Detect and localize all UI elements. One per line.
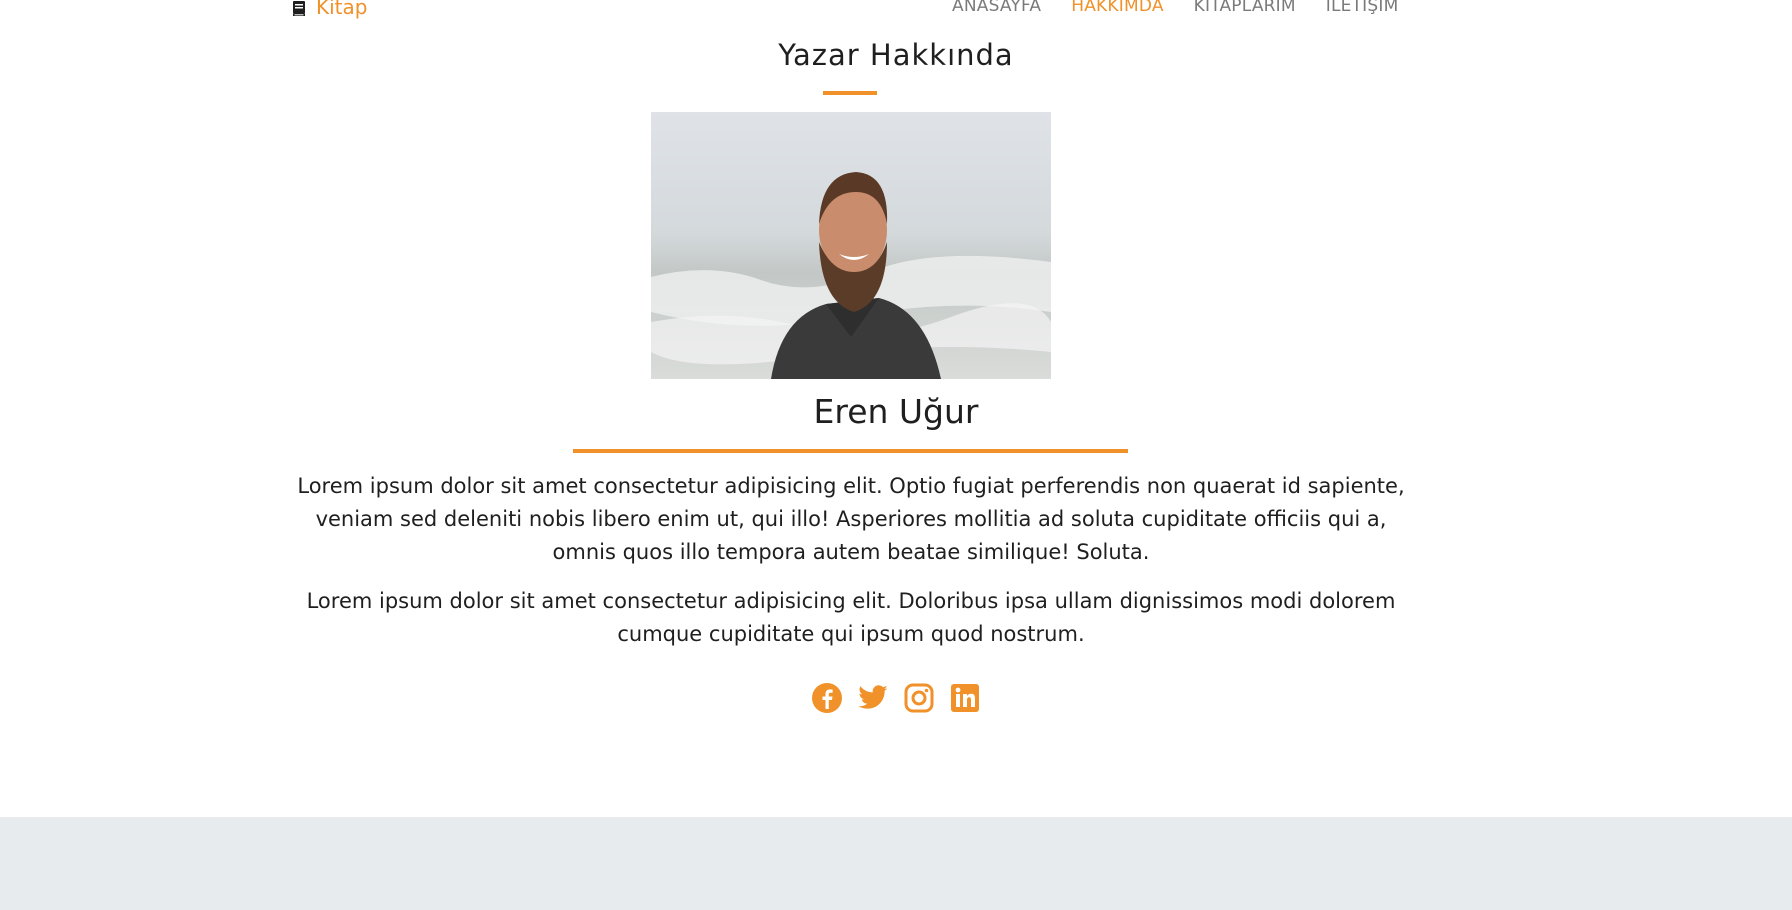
navbar: Kitap ANASAYFA HAKKIMDA KITAPLARIM İLETİ… [0,0,1792,36]
twitter-icon[interactable] [857,682,889,714]
book-icon [292,0,308,16]
footer [0,817,1792,910]
section-title: Yazar Hakkında [778,38,1014,72]
nav-item-kitaplarim[interactable]: KITAPLARIM [1194,0,1296,16]
facebook-icon[interactable] [811,682,843,714]
nav-menu: ANASAYFA HAKKIMDA KITAPLARIM İLETİŞİM [952,0,1398,16]
brand-logo[interactable]: Kitap [292,0,367,20]
bio-paragraph: Lorem ipsum dolor sit amet consectetur a… [297,474,1405,564]
nav-item-anasayfa[interactable]: ANASAYFA [952,0,1041,16]
author-name: Eren Uğur [813,392,979,431]
title-underline [823,91,877,95]
bio-paragraph: Lorem ipsum dolor sit amet consectetur a… [306,589,1396,646]
instagram-icon[interactable] [903,682,935,714]
linkedin-icon[interactable] [949,682,981,714]
nav-item-hakkimda[interactable]: HAKKIMDA [1071,0,1163,16]
name-underline [573,449,1128,453]
author-photo [651,112,1051,379]
social-links [0,682,1792,714]
brand-name: Kitap [316,0,368,19]
nav-item-iletisim[interactable]: İLETİŞİM [1326,0,1399,16]
